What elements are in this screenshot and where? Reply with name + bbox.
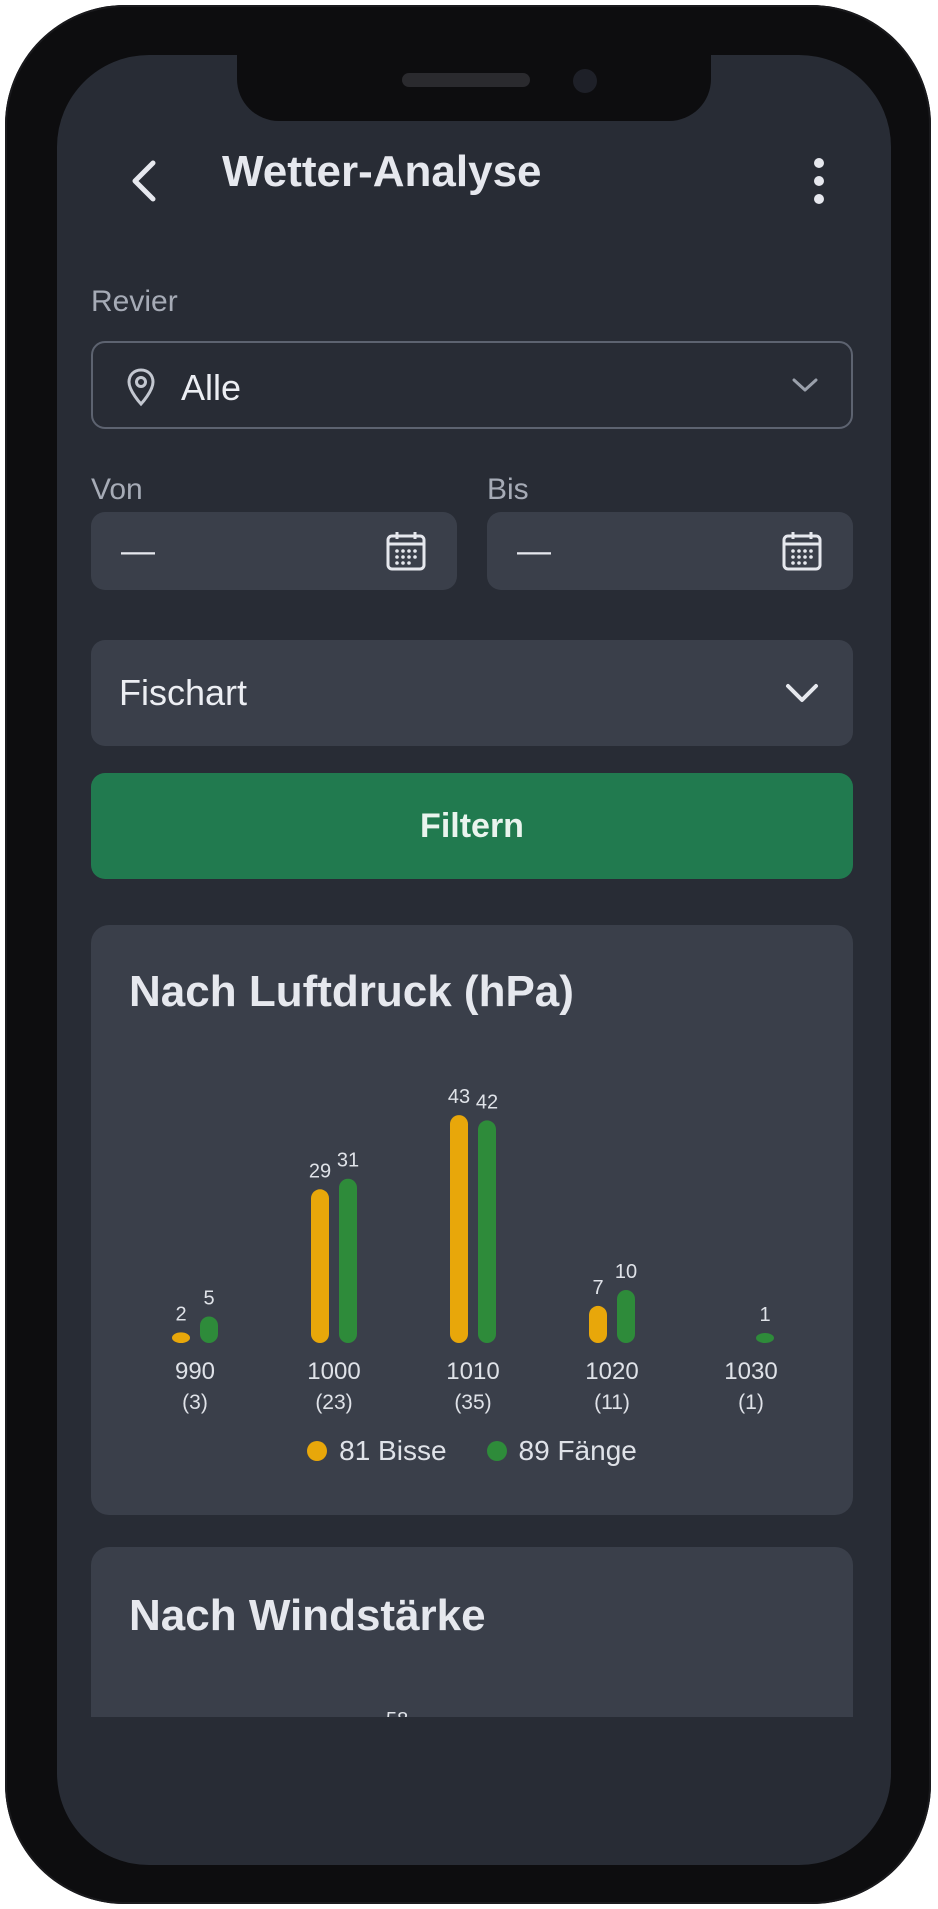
x-tick-count-1010: (35) [454,1391,491,1414]
legend-item-bisse: 81 Bisse [307,1435,447,1467]
x-tick-count-1020: (11) [594,1391,630,1414]
fischart-dropdown[interactable]: Fischart [91,640,853,746]
data-label-bisse-1020: 7 [592,1277,603,1299]
bar-faenge-990 [200,1316,218,1343]
pressure-chart-card: Nach Luftdruck (hPa) 2 5 990 (3) 29 31 1000 (23… [91,925,853,1515]
camera [573,69,597,93]
notch [237,55,711,121]
legend-item-faenge: 89 Fänge [486,1435,637,1467]
wind-card-title: Nach Windstärke [129,1591,486,1640]
bar-bisse-1000 [311,1189,329,1343]
more-options-button[interactable] [799,151,839,211]
bis-date-field[interactable]: — [487,512,853,590]
filter-button[interactable]: Filtern [91,773,853,879]
calendar-icon [386,532,426,571]
x-tick-count-1030: (1) [738,1391,764,1414]
legend-dot-bisse [307,1441,328,1461]
x-tick-label-1010: 1010 [446,1358,499,1385]
wind-partial-value: 58 [386,1709,408,1717]
legend-dot-faenge [486,1441,507,1461]
location-pin-icon [127,368,155,407]
bar-faenge-1010 [478,1120,496,1343]
bis-label: Bis [487,473,529,506]
chart-legend: 81 Bisse 89 Fänge [91,1435,853,1467]
von-label: Von [91,473,143,506]
von-value: — [121,532,155,570]
bar-bisse-1010 [450,1115,468,1343]
legend-label-bisse: 81 Bisse [339,1435,447,1466]
x-tick-count-1000: (23) [315,1391,352,1414]
x-tick-label-990: 990 [175,1358,215,1385]
x-tick-label-1030: 1030 [724,1358,777,1385]
bis-value: — [517,532,551,570]
data-label-bisse-1000: 29 [309,1160,331,1182]
speaker [402,73,530,87]
data-label-faenge-1020: 10 [615,1261,637,1283]
bar-faenge-1020 [617,1290,635,1343]
x-tick-label-1000: 1000 [307,1358,360,1385]
data-label-faenge-990: 5 [203,1288,214,1310]
fischart-label: Fischart [119,672,248,713]
revier-select[interactable]: Alle [91,341,853,429]
app-screen: Wetter-Analyse Revier Alle Von Bis — — F… [57,55,891,1865]
legend-label-faenge: 89 Fänge [518,1435,637,1466]
wind-chart-card: Nach Windstärke 58 [91,1547,853,1717]
data-label-faenge-1000: 31 [337,1150,359,1172]
data-label-bisse-1010: 43 [448,1086,470,1108]
calendar-icon [782,532,822,571]
bar-bisse-990 [172,1332,190,1343]
back-button[interactable] [115,151,175,211]
chevron-down-icon [786,684,818,702]
phone-frame: Wetter-Analyse Revier Alle Von Bis — — F… [5,5,931,1904]
bar-faenge-1000 [339,1178,357,1343]
x-tick-label-1020: 1020 [585,1358,638,1385]
bar-bisse-1020 [589,1305,607,1343]
data-label-faenge-1030: 1 [759,1304,770,1326]
revier-value: Alle [181,367,242,408]
data-label-bisse-990: 2 [175,1303,186,1325]
chevron-down-icon [792,378,818,392]
von-date-field[interactable]: — [91,512,457,590]
page-title: Wetter-Analyse [222,147,542,196]
more-vert-icon [814,158,824,204]
chevron-left-icon [132,160,156,202]
bar-faenge-1030 [756,1333,774,1343]
pressure-bar-chart: 25 990 (3) 29 31 1000 (23) 43 42 1010 (35) 7 10 1020 (… [172,1086,778,1414]
x-tick-count-990: (3) [182,1391,208,1414]
data-label-faenge-1010: 42 [476,1091,498,1113]
revier-label: Revier [91,285,178,318]
